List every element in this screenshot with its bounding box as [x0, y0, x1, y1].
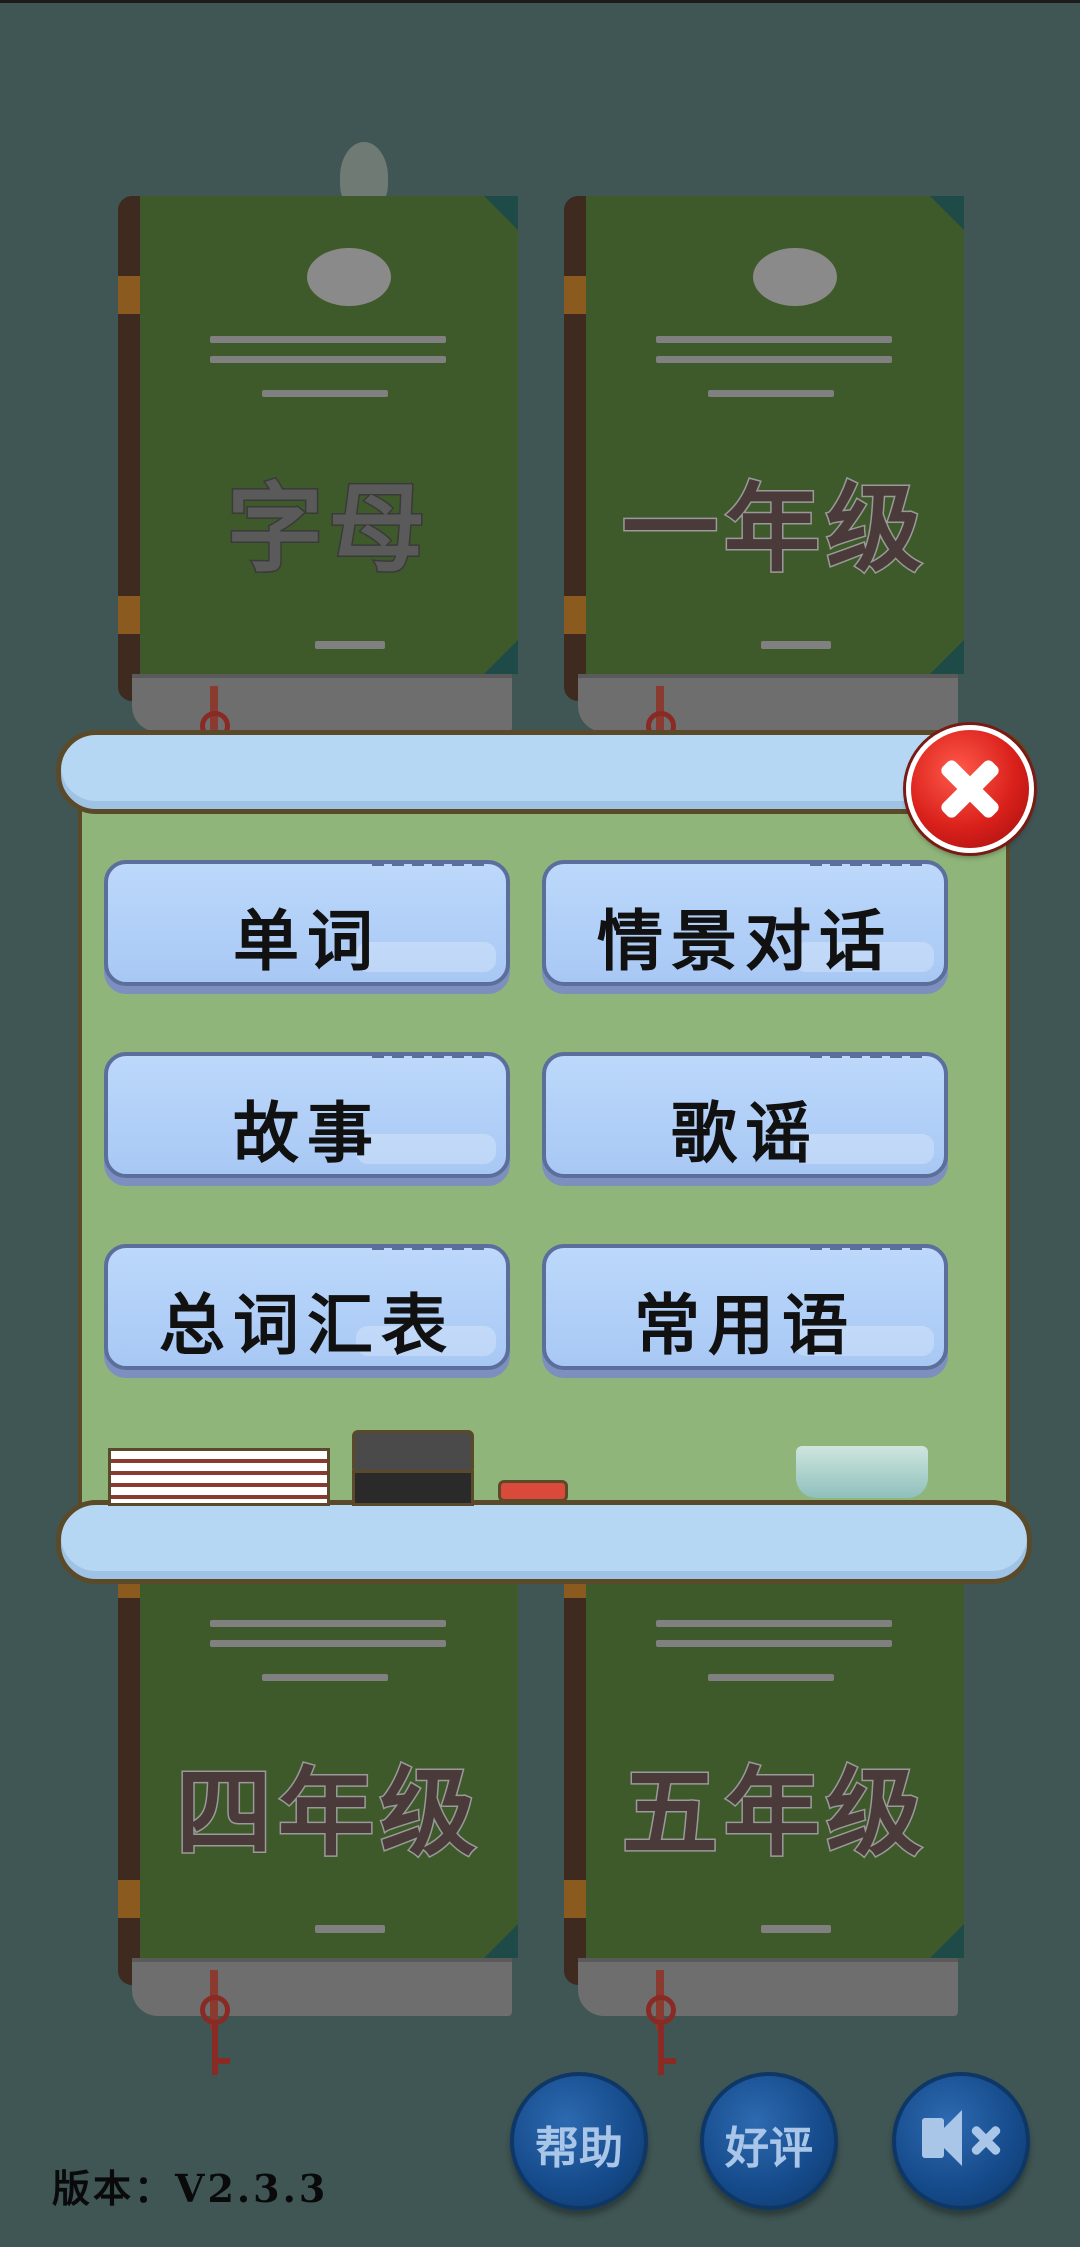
cover-line: [210, 1640, 446, 1647]
cover-dash: [315, 641, 385, 649]
cover-line: [708, 1674, 834, 1681]
mute-button[interactable]: [892, 2072, 1030, 2210]
help-label: 帮助: [535, 2123, 623, 2174]
paper-stack: [108, 1448, 330, 1506]
cover-line: [262, 390, 388, 397]
phrases-label: 常用语: [634, 1286, 856, 1364]
chalk-piece: [498, 1480, 568, 1502]
close-icon[interactable]: [906, 725, 1034, 853]
book-pages: [132, 674, 512, 732]
words-button[interactable]: 单词: [104, 860, 510, 986]
book-cover: [586, 196, 964, 674]
scroll-rod-top: [56, 730, 1032, 814]
button-decoration: [372, 860, 492, 866]
words-label: 单词: [233, 902, 381, 980]
cover-corner: [484, 196, 518, 230]
stories-button[interactable]: 故事: [104, 1052, 510, 1178]
glass-cup: [796, 1446, 928, 1498]
cover-corner: [930, 640, 964, 674]
book-cover: [140, 196, 518, 674]
book-grade-1[interactable]: 一年级: [564, 196, 964, 746]
phrases-button[interactable]: 常用语: [542, 1244, 948, 1370]
stories-label: 故事: [233, 1094, 381, 1172]
key-icon: [218, 2058, 230, 2064]
button-decoration: [372, 1244, 492, 1250]
blackboard-eraser-base: [352, 1470, 474, 1506]
book-pages: [578, 1958, 958, 2016]
rate-button[interactable]: 好评: [700, 2072, 838, 2210]
key-icon: [646, 1995, 676, 2025]
songs-label: 歌谣: [671, 1094, 819, 1172]
key-icon: [200, 1995, 230, 2025]
book-title: 四年级: [175, 1755, 482, 1871]
cover-corner: [930, 1924, 964, 1958]
cover-line: [656, 336, 892, 343]
songs-button[interactable]: 歌谣: [542, 1052, 948, 1178]
help-button[interactable]: 帮助: [510, 2072, 648, 2210]
book-title: 一年级: [621, 471, 928, 587]
vocabulary-button[interactable]: 总词汇表: [104, 1244, 510, 1370]
book-title: 字母: [226, 471, 431, 587]
cover-dash: [315, 1925, 385, 1933]
version-text: 版本：V2.3.3: [52, 2166, 329, 2211]
book-title: 五年级: [621, 1755, 928, 1871]
dialogues-button[interactable]: 情景对话: [542, 860, 948, 986]
button-decoration: [810, 1052, 930, 1058]
cover-line: [656, 1620, 892, 1627]
cover-line: [656, 356, 892, 363]
cover-oval: [307, 248, 391, 306]
rate-label: 好评: [725, 2123, 813, 2174]
dialogues-label: 情景对话: [597, 902, 893, 980]
status-line: [0, 0, 1080, 3]
cover-dash: [761, 641, 831, 649]
cover-line: [210, 356, 446, 363]
speaker-muted-icon: [934, 2110, 962, 2166]
button-decoration: [372, 1052, 492, 1058]
scroll-rod-bottom: [56, 1500, 1032, 1584]
cover-corner: [484, 1924, 518, 1958]
book-pages: [578, 674, 958, 732]
button-decoration: [810, 1244, 930, 1250]
blackboard-eraser: [352, 1430, 474, 1474]
cover-line: [262, 1674, 388, 1681]
cover-oval: [753, 248, 837, 306]
book-letters[interactable]: 字母: [118, 196, 518, 746]
key-icon: [658, 2025, 664, 2075]
cover-corner: [484, 640, 518, 674]
cover-line: [210, 336, 446, 343]
button-decoration: [810, 860, 930, 866]
vocabulary-label: 总词汇表: [159, 1286, 455, 1364]
cover-dash: [761, 1925, 831, 1933]
key-icon: [664, 2058, 676, 2064]
book-pages: [132, 1958, 512, 2016]
cover-corner: [930, 196, 964, 230]
cover-line: [210, 1620, 446, 1627]
cover-line: [656, 1640, 892, 1647]
cover-line: [708, 390, 834, 397]
key-icon: [212, 2025, 218, 2075]
